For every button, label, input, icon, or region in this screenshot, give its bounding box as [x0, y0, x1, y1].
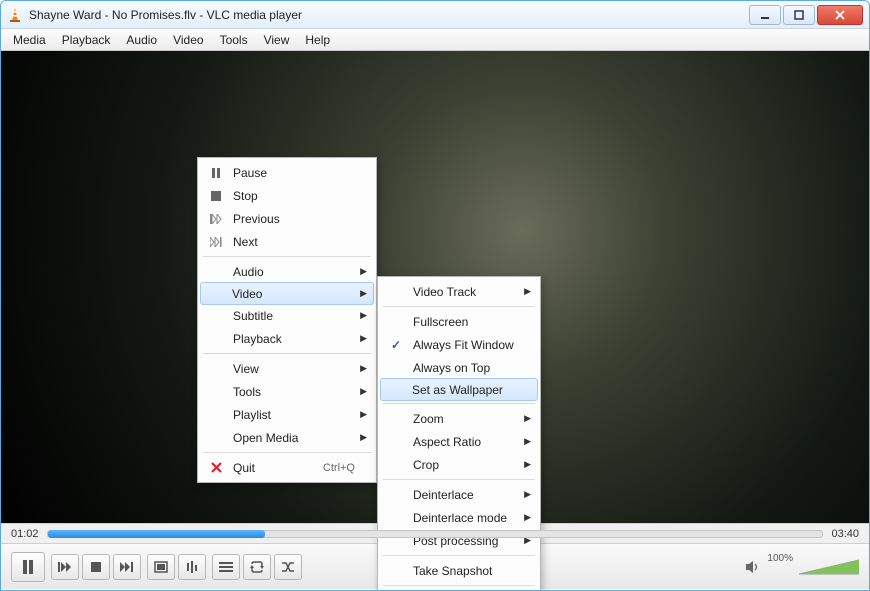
speaker-icon[interactable]: [745, 560, 761, 574]
fullscreen-icon: [154, 561, 168, 573]
loop-button[interactable]: [243, 554, 271, 580]
next-icon: [120, 562, 134, 572]
stop-button[interactable]: [82, 554, 110, 580]
window-title: Shayne Ward - No Promises.flv - VLC medi…: [29, 8, 749, 22]
ctx-video[interactable]: Video ▶: [200, 282, 374, 305]
separator: [383, 479, 535, 480]
ctx-next[interactable]: Next: [201, 230, 373, 253]
ctx-subtitle[interactable]: Subtitle ▶: [201, 304, 373, 327]
ctx-tools[interactable]: Tools ▶: [201, 380, 373, 403]
previous-icon: [207, 214, 225, 224]
menu-tools[interactable]: Tools: [212, 31, 256, 49]
chevron-right-icon: ▶: [524, 489, 531, 500]
menu-bar: Media Playback Audio Video Tools View He…: [1, 29, 869, 51]
ctx-playlist[interactable]: Playlist ▶: [201, 403, 373, 426]
ctx-always-on-top[interactable]: Always on Top: [381, 356, 537, 379]
ctx-deinterlace[interactable]: Deinterlace ▶: [381, 483, 537, 506]
ctx-playback[interactable]: Playback ▶: [201, 327, 373, 350]
chevron-right-icon: ▶: [360, 288, 367, 299]
context-menu-video: Video Track ▶ Fullscreen ✓ Always Fit Wi…: [377, 276, 541, 591]
shuffle-icon: [281, 561, 295, 573]
volume-slider[interactable]: [799, 558, 859, 576]
menu-help[interactable]: Help: [297, 31, 338, 49]
seek-slider[interactable]: [47, 530, 824, 538]
ctx-fullscreen[interactable]: Fullscreen: [381, 310, 537, 333]
separator: [383, 403, 535, 404]
ctx-stop[interactable]: Stop: [201, 184, 373, 207]
separator: [203, 256, 371, 257]
fullscreen-button[interactable]: [147, 554, 175, 580]
playlist-button[interactable]: [212, 554, 240, 580]
chevron-right-icon: ▶: [524, 459, 531, 470]
chevron-right-icon: ▶: [360, 363, 367, 374]
ctx-pause[interactable]: Pause: [201, 161, 373, 184]
chevron-right-icon: ▶: [524, 413, 531, 424]
chevron-right-icon: ▶: [524, 286, 531, 297]
previous-icon: [58, 562, 72, 572]
vlc-cone-icon: [7, 7, 23, 23]
chevron-right-icon: ▶: [360, 266, 367, 277]
previous-button[interactable]: [51, 554, 79, 580]
separator: [203, 452, 371, 453]
chevron-right-icon: ▶: [360, 386, 367, 397]
ctx-take-snapshot[interactable]: Take Snapshot: [381, 559, 537, 582]
ctx-audio[interactable]: Audio ▶: [201, 260, 373, 283]
menu-view[interactable]: View: [256, 31, 298, 49]
next-button[interactable]: [113, 554, 141, 580]
close-x-icon: [207, 462, 225, 473]
loop-icon: [250, 561, 264, 573]
separator: [383, 555, 535, 556]
ctx-open-media[interactable]: Open Media ▶: [201, 426, 373, 449]
check-icon: ✓: [387, 338, 405, 352]
playlist-icon: [219, 562, 233, 572]
menu-media[interactable]: Media: [5, 31, 54, 49]
ctx-set-as-wallpaper[interactable]: Set as Wallpaper: [380, 378, 538, 401]
volume-control: 100%: [745, 558, 859, 576]
pause-button[interactable]: [11, 552, 45, 582]
video-area[interactable]: Pause Stop Previous Next Audio ▶: [1, 51, 869, 523]
menu-audio[interactable]: Audio: [118, 31, 165, 49]
equalizer-icon: [186, 561, 198, 573]
ctx-crop[interactable]: Crop ▶: [381, 453, 537, 476]
title-bar: Shayne Ward - No Promises.flv - VLC medi…: [1, 1, 869, 29]
minimize-button[interactable]: [749, 5, 781, 25]
ctx-view[interactable]: View ▶: [201, 357, 373, 380]
ctx-zoom[interactable]: Zoom ▶: [381, 407, 537, 430]
app-window: Shayne Ward - No Promises.flv - VLC medi…: [0, 0, 870, 591]
ctx-deinterlace-mode[interactable]: Deinterlace mode ▶: [381, 506, 537, 529]
chevron-right-icon: ▶: [524, 512, 531, 523]
chevron-right-icon: ▶: [360, 310, 367, 321]
extended-settings-button[interactable]: [178, 554, 206, 580]
chevron-right-icon: ▶: [360, 333, 367, 344]
chevron-right-icon: ▶: [524, 436, 531, 447]
separator: [383, 585, 535, 586]
separator: [203, 353, 371, 354]
total-time: 03:40: [831, 528, 859, 540]
chevron-right-icon: ▶: [360, 432, 367, 443]
maximize-button[interactable]: [783, 5, 815, 25]
menu-video[interactable]: Video: [165, 31, 211, 49]
menu-playback[interactable]: Playback: [54, 31, 119, 49]
stop-icon: [207, 191, 225, 201]
ctx-video-track[interactable]: Video Track ▶: [381, 280, 537, 303]
stop-icon: [91, 562, 101, 572]
pause-icon: [207, 168, 225, 178]
ctx-quit[interactable]: Quit Ctrl+Q: [201, 456, 373, 479]
ctx-aspect-ratio[interactable]: Aspect Ratio ▶: [381, 430, 537, 453]
context-menu-main: Pause Stop Previous Next Audio ▶: [197, 157, 377, 483]
shuffle-button[interactable]: [274, 554, 302, 580]
ctx-previous[interactable]: Previous: [201, 207, 373, 230]
next-icon: [207, 237, 225, 247]
window-buttons: [749, 5, 863, 25]
volume-percent: 100%: [767, 553, 793, 564]
ctx-always-fit-window[interactable]: ✓ Always Fit Window: [381, 333, 537, 356]
shortcut-label: Ctrl+Q: [323, 462, 355, 474]
close-button[interactable]: [817, 5, 863, 25]
chevron-right-icon: ▶: [360, 409, 367, 420]
pause-icon: [22, 560, 34, 574]
seek-progress: [48, 530, 265, 538]
current-time: 01:02: [11, 528, 39, 540]
separator: [383, 306, 535, 307]
